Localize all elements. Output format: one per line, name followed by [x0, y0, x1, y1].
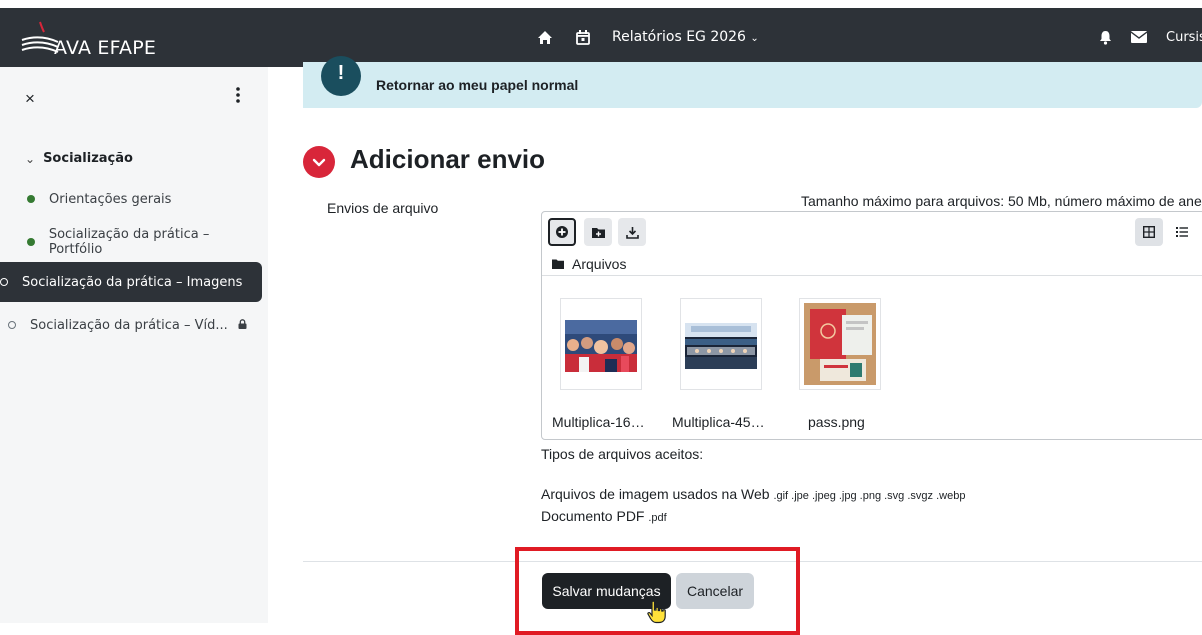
- max-size-info: Tamanho máximo para arquivos: 50 Mb, núm…: [801, 193, 1202, 209]
- envelope-icon[interactable]: [1130, 28, 1148, 46]
- home-icon[interactable]: [536, 28, 554, 46]
- divider: [542, 275, 1202, 276]
- file-submissions-label: Envios de arquivo: [327, 200, 439, 216]
- download-all-button[interactable]: [618, 218, 646, 246]
- chevron-down-icon: ⌄: [25, 151, 36, 166]
- section-title: Socialização: [43, 151, 133, 166]
- sidebar-item-label: Orientações gerais: [49, 191, 172, 207]
- grid-view-button[interactable]: [1135, 218, 1163, 246]
- download-icon: [625, 226, 639, 239]
- file-thumbnail[interactable]: [680, 298, 762, 390]
- image-thumbnail-icon: [804, 303, 876, 385]
- lock-icon: [238, 318, 247, 333]
- sidebar-item-portfolio[interactable]: Socialização da prática – Portfólio: [0, 222, 262, 262]
- accepted-type-label: Documento PDF: [541, 508, 645, 524]
- file-name[interactable]: pass.png: [808, 414, 865, 430]
- alert-icon: !: [321, 56, 361, 96]
- chevron-down-icon: [312, 158, 326, 166]
- kebab-icon[interactable]: [236, 87, 240, 108]
- completion-dot-icon: [27, 195, 35, 203]
- accepted-type-extensions: .gif .jpe .jpeg .jpg .png .svg .svgz .we…: [773, 490, 966, 502]
- image-thumbnail-icon: [685, 323, 757, 369]
- sidebar-item-orientacoes[interactable]: Orientações gerais: [0, 179, 262, 219]
- close-icon[interactable]: ×: [25, 89, 35, 109]
- user-menu[interactable]: Cursist: [1166, 30, 1202, 45]
- file-name[interactable]: Multiplica-45…: [672, 414, 765, 430]
- folder-icon: [552, 259, 564, 269]
- role-switch-alert: ! Retornar ao meu papel normal: [303, 56, 1202, 108]
- folder-breadcrumb[interactable]: Arquivos: [552, 256, 626, 272]
- file-thumbnail[interactable]: [799, 298, 881, 390]
- image-thumbnail-icon: [565, 320, 637, 372]
- list-view-icon: [1176, 227, 1188, 237]
- user-navigation: Cursist: [1096, 26, 1202, 48]
- file-name[interactable]: Multiplica-16…: [552, 414, 645, 430]
- section-socializacao[interactable]: ⌄ Socialização: [25, 151, 133, 166]
- bell-icon[interactable]: [1096, 28, 1114, 46]
- file-manager: Arquivos Multiplica-16… Multiplica-45… p…: [541, 211, 1202, 440]
- accepted-type-pdf: Documento PDF .pdf: [541, 508, 667, 524]
- add-file-button[interactable]: [548, 218, 576, 246]
- reports-menu-link[interactable]: Relatórios EG 2026 ⌄: [612, 29, 759, 45]
- brand-name: AVA EFAPE: [54, 37, 157, 59]
- collapse-section-button[interactable]: [303, 146, 335, 178]
- top-navbar: AVA EFAPE Relatórios EG 2026 ⌄ Cursist: [0, 8, 1202, 67]
- plus-circle-icon: [556, 226, 568, 238]
- calendar-icon[interactable]: [574, 28, 592, 46]
- sidebar-item-label: Socialização da prática – Víd...: [30, 317, 228, 333]
- incomplete-dot-icon: [8, 321, 16, 329]
- sidebar-item-label: Socialização da prática – Portfólio: [48, 227, 210, 257]
- accepted-type-web-images: Arquivos de imagem usados na Web .gif .j…: [541, 486, 965, 502]
- folder-name: Arquivos: [572, 256, 627, 272]
- completion-dot-icon: [27, 238, 35, 246]
- accepted-type-extensions: .pdf: [648, 512, 667, 524]
- return-normal-role-link[interactable]: Retornar ao meu papel normal: [376, 77, 578, 93]
- brand-logo[interactable]: AVA EFAPE: [20, 20, 170, 60]
- sidebar-item-videos[interactable]: Socialização da prática – Víd...: [0, 305, 262, 345]
- accepted-type-label: Arquivos de imagem usados na Web: [541, 486, 770, 502]
- folder-plus-icon: [591, 227, 605, 238]
- sidebar-item-label: Socialização da prática – Imagens: [22, 274, 243, 290]
- sidebar-item-imagens[interactable]: Socialização da prática – Imagens: [0, 262, 262, 302]
- course-index-drawer: × ⌄ Socialização Orientações gerais Soci…: [0, 67, 268, 623]
- list-view-button[interactable]: [1168, 218, 1196, 246]
- incomplete-dot-icon: [0, 278, 8, 286]
- grid-view-icon: [1143, 226, 1155, 238]
- primary-navigation: Relatórios EG 2026 ⌄: [536, 26, 759, 48]
- accepted-types-title: Tipos de arquivos aceitos:: [541, 446, 704, 462]
- chevron-down-icon: ⌄: [750, 33, 759, 44]
- file-thumbnail[interactable]: [560, 298, 642, 390]
- hand-cursor-icon: [647, 600, 666, 624]
- create-folder-button[interactable]: [584, 218, 612, 246]
- page-title: Adicionar envio: [350, 144, 546, 174]
